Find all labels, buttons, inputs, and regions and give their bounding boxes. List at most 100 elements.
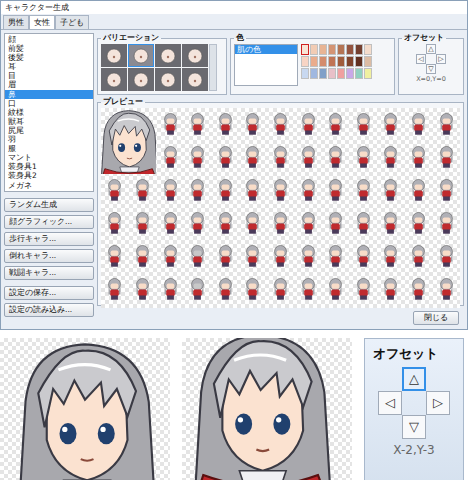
tab[interactable]: 子ども bbox=[55, 15, 89, 29]
parts-list-item[interactable]: 後髪 bbox=[5, 53, 93, 62]
color-swatch[interactable] bbox=[364, 44, 372, 55]
parts-list-item[interactable]: 前髪 bbox=[5, 44, 93, 53]
color-swatch[interactable] bbox=[319, 68, 327, 79]
parts-list-item[interactable]: 尻尾 bbox=[5, 126, 93, 135]
color-swatch[interactable] bbox=[355, 56, 363, 67]
right-arrow-button[interactable]: ▷ bbox=[426, 391, 450, 415]
color-swatch[interactable] bbox=[364, 56, 372, 67]
group-title: 色 bbox=[234, 33, 246, 43]
character-sprite bbox=[382, 145, 399, 170]
parts-list-item[interactable]: 目 bbox=[5, 71, 93, 80]
character-sprite bbox=[300, 277, 317, 302]
parts-list-item[interactable]: 装身具2 bbox=[5, 171, 93, 180]
parts-list-item[interactable]: メガネ bbox=[5, 181, 93, 190]
action-button[interactable]: 倒れキャラ... bbox=[4, 249, 94, 263]
color-swatch[interactable] bbox=[310, 68, 318, 79]
variation-thumbnail[interactable] bbox=[101, 44, 127, 67]
variation-thumbnail[interactable] bbox=[101, 68, 127, 91]
color-swatch[interactable] bbox=[328, 56, 336, 67]
character-sprite bbox=[382, 211, 399, 236]
tab[interactable]: 女性 bbox=[29, 15, 55, 29]
nose-icon bbox=[131, 71, 151, 89]
variation-thumbnail[interactable] bbox=[128, 44, 154, 67]
color-swatch[interactable] bbox=[301, 44, 309, 55]
parts-list-item[interactable]: 獣耳 bbox=[5, 117, 93, 126]
variation-thumbnail[interactable] bbox=[182, 44, 208, 67]
color-swatch[interactable] bbox=[301, 56, 309, 67]
nose-icon bbox=[158, 47, 178, 65]
face-after bbox=[182, 338, 352, 480]
parts-list-item[interactable]: 耳 bbox=[5, 62, 93, 71]
color-swatch[interactable] bbox=[355, 68, 363, 79]
parts-list-item[interactable]: 服 bbox=[5, 144, 93, 153]
color-swatch[interactable] bbox=[310, 44, 318, 55]
variation-thumbnail[interactable] bbox=[155, 68, 181, 91]
character-sprite bbox=[134, 178, 151, 203]
character-sprite bbox=[162, 244, 179, 269]
parts-list-item[interactable]: 顔 bbox=[5, 35, 93, 44]
color-swatch[interactable] bbox=[319, 44, 327, 55]
character-sprite bbox=[217, 277, 234, 302]
character-sprite bbox=[106, 244, 123, 269]
character-sprite bbox=[355, 277, 372, 302]
parts-list: 顔前髪後髪耳目眉鼻口紋様獣耳尻尾羽服マント装身具1装身具2メガネ bbox=[4, 33, 94, 192]
action-button[interactable]: ランダム生成 bbox=[4, 198, 94, 212]
color-swatch[interactable] bbox=[346, 56, 354, 67]
parts-list-item[interactable]: 口 bbox=[5, 99, 93, 108]
character-sprite bbox=[327, 112, 344, 137]
character-sprite bbox=[244, 211, 261, 236]
offset-zoom-title: オフセット bbox=[367, 345, 438, 363]
color-swatch[interactable] bbox=[337, 68, 345, 79]
color-swatch[interactable] bbox=[337, 44, 345, 55]
character-sprite bbox=[272, 145, 289, 170]
parts-list-item[interactable]: 眉 bbox=[5, 80, 93, 89]
variation-thumbnail[interactable] bbox=[155, 44, 181, 67]
color-swatch[interactable] bbox=[328, 44, 336, 55]
character-sprite bbox=[106, 277, 123, 302]
page: キャラクター生成 男性女性子ども 顔前髪後髪耳目眉鼻口紋様獣耳尻尾羽服マント装身… bbox=[0, 0, 468, 480]
preview-group: プレビュー bbox=[97, 97, 464, 306]
action-button[interactable]: 戦闘キャラ... bbox=[4, 266, 94, 280]
color-swatch[interactable] bbox=[301, 68, 309, 79]
parts-list-item[interactable]: 鼻 bbox=[5, 90, 93, 99]
color-swatch[interactable] bbox=[310, 56, 318, 67]
scrollbar[interactable] bbox=[209, 44, 217, 91]
variation-thumbnail[interactable] bbox=[182, 68, 208, 91]
character-sprite bbox=[410, 112, 427, 137]
color-swatch[interactable] bbox=[328, 68, 336, 79]
left-arrow-button[interactable]: ◁ bbox=[378, 391, 402, 415]
color-swatch[interactable] bbox=[355, 44, 363, 55]
file-buttons: 設定の保存... 設定の読み込み... bbox=[4, 286, 94, 317]
action-button[interactable]: 歩行キャラ... bbox=[4, 232, 94, 246]
character-sprite bbox=[272, 277, 289, 302]
color-swatch[interactable] bbox=[337, 56, 345, 67]
color-swatch[interactable] bbox=[319, 56, 327, 67]
action-buttons: ランダム生成顔グラフィック... 歩行キャラ... 倒れキャラ... 戦闘キャラ... bbox=[4, 198, 94, 280]
variation-thumbnail[interactable] bbox=[128, 68, 154, 91]
file-button[interactable]: 設定の保存... bbox=[4, 286, 94, 300]
down-arrow-button[interactable]: ▽ bbox=[402, 415, 426, 439]
parts-list-item[interactable]: マント bbox=[5, 153, 93, 162]
character-sprite bbox=[300, 211, 317, 236]
left-arrow-button[interactable]: ◁ bbox=[416, 54, 426, 64]
file-button[interactable]: 設定の読み込み... bbox=[4, 303, 94, 317]
right-arrow-button[interactable]: ▷ bbox=[436, 54, 446, 64]
character-sprite bbox=[382, 178, 399, 203]
color-swatch[interactable] bbox=[346, 44, 354, 55]
character-generator-window: キャラクター生成 男性女性子ども 顔前髪後髪耳目眉鼻口紋様獣耳尻尾羽服マント装身… bbox=[0, 0, 468, 330]
down-arrow-button[interactable]: ▽ bbox=[426, 64, 436, 74]
up-arrow-button[interactable]: △ bbox=[426, 44, 436, 54]
parts-list-item[interactable]: 装身具1 bbox=[5, 162, 93, 171]
tab[interactable]: 男性 bbox=[3, 15, 29, 29]
character-sprite bbox=[327, 178, 344, 203]
action-button[interactable]: 顔グラフィック... bbox=[4, 215, 94, 229]
character-sprite bbox=[134, 211, 151, 236]
up-arrow-button[interactable]: △ bbox=[402, 367, 426, 391]
close-button[interactable]: 閉じる bbox=[413, 311, 459, 325]
parts-list-item[interactable]: 羽 bbox=[5, 135, 93, 144]
offset-reading: X=0,Y=0 bbox=[416, 75, 446, 83]
color-list-item[interactable]: 肌の色 bbox=[235, 45, 297, 54]
color-swatch[interactable] bbox=[346, 68, 354, 79]
color-swatch[interactable] bbox=[364, 68, 372, 79]
parts-list-item[interactable]: 紋様 bbox=[5, 108, 93, 117]
